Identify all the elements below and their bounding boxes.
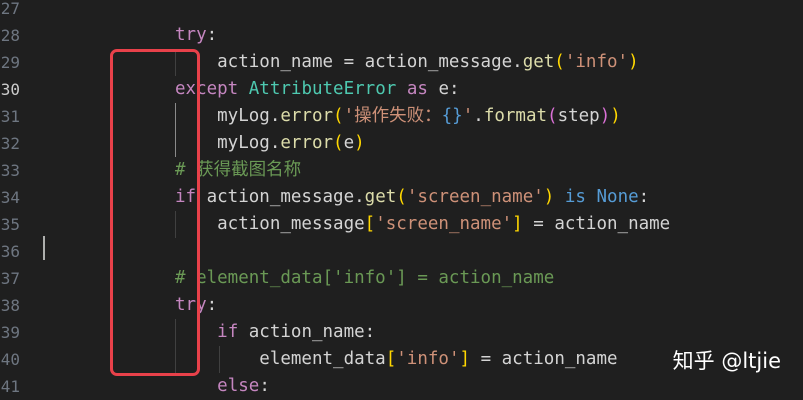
code-token: action_message: [175, 214, 365, 234]
code-token: as: [406, 79, 428, 99]
text-cursor: [43, 236, 45, 260]
code-token: ): [610, 106, 621, 126]
code-token: [: [364, 214, 376, 234]
code-token: error: [280, 106, 334, 126]
code-token: ): [599, 106, 611, 126]
code-token: 'info': [564, 52, 629, 72]
code-token: error: [280, 133, 334, 153]
code-token: :: [206, 295, 218, 315]
line-number: 34: [0, 188, 20, 207]
code-line[interactable]: # element_data['info'] = action_name: [175, 265, 554, 292]
code-token: (: [396, 187, 407, 207]
code-line[interactable]: if action_message.get('screen_name') is …: [175, 184, 649, 211]
code-line[interactable]: if action_name:: [175, 319, 375, 346]
code-line[interactable]: myLog.error(e): [175, 130, 365, 157]
code-line[interactable]: try:: [175, 22, 217, 49]
line-number: 41: [0, 377, 20, 396]
code-token: action_name:: [238, 322, 376, 342]
code-token: get: [522, 52, 555, 72]
line-number: 29: [0, 53, 20, 72]
code-token: :: [638, 187, 650, 207]
code-token: ): [354, 133, 365, 153]
line-number-gutter: 27 28 29 30 31 32 33 34 35 36 37 38 39 40 41: [0, 0, 48, 400]
line-number: 27: [0, 0, 20, 18]
code-line[interactable]: except AttributeError as e:: [175, 76, 460, 103]
code-line[interactable]: myLog.error('操作失败：{}'.format(step)): [175, 103, 621, 130]
code-token: step: [557, 106, 600, 126]
line-number: 33: [0, 161, 20, 180]
code-token: is: [564, 187, 586, 207]
line-number: 28: [0, 26, 20, 45]
code-token: if: [217, 322, 239, 342]
line-number: 32: [0, 134, 20, 153]
code-token: = action_name: [522, 214, 671, 234]
code-token: (: [333, 133, 344, 153]
code-token: action_message.: [196, 187, 365, 207]
code-token: format: [483, 106, 548, 126]
code-token: # element_data['info'] = action_name: [175, 268, 555, 288]
code-token: '操作失败：: [343, 106, 442, 126]
line-number: 30: [0, 80, 20, 99]
code-token: get: [364, 187, 397, 207]
line-number: 37: [0, 269, 20, 288]
code-editor[interactable]: 27 28 29 30 31 32 33 34 35 36 37 38 39 40 41 try: acti…: [0, 0, 803, 400]
code-token: [: [385, 349, 397, 369]
code-line[interactable]: action_message['screen_name'] = action_n…: [175, 211, 670, 238]
code-token: (: [333, 106, 344, 126]
code-token: None: [596, 187, 639, 207]
code-token: e: [343, 133, 355, 153]
code-token: AttributeError: [248, 79, 397, 99]
code-token: action_name = action_message.: [175, 52, 523, 72]
code-token: (: [547, 106, 558, 126]
code-token: 'screen_name': [406, 187, 544, 207]
code-token: 'screen_name': [375, 214, 513, 234]
line-number: 35: [0, 215, 20, 234]
code-token: e:: [427, 79, 460, 99]
code-token: ': [462, 106, 474, 126]
code-token: 'info': [396, 349, 460, 369]
code-token: = action_name: [470, 349, 618, 369]
code-token: {}: [441, 106, 463, 126]
code-token: .: [473, 106, 484, 126]
code-token: try: [175, 25, 207, 45]
code-token: :: [206, 25, 218, 45]
annotation-highlight-box: [110, 49, 200, 376]
code-token: ): [628, 52, 639, 72]
code-token: else: [217, 376, 260, 396]
line-number: 38: [0, 296, 20, 315]
code-line[interactable]: else:: [175, 373, 270, 400]
code-line[interactable]: element_data['info'] = action_name: [175, 346, 618, 373]
watermark: 知乎 @ltjie: [672, 349, 781, 373]
code-token: element_data: [175, 349, 386, 369]
code-token: ]: [459, 349, 471, 369]
line-number: 39: [0, 323, 20, 342]
code-token: :: [259, 376, 270, 396]
line-number: 31: [0, 107, 20, 126]
code-token: ): [543, 187, 555, 207]
line-number: 40: [0, 350, 20, 369]
code-token: ]: [512, 214, 523, 234]
code-line[interactable]: action_name = action_message.get('info'): [175, 49, 639, 76]
code-token: (: [554, 52, 565, 72]
line-number: 36: [0, 242, 20, 261]
